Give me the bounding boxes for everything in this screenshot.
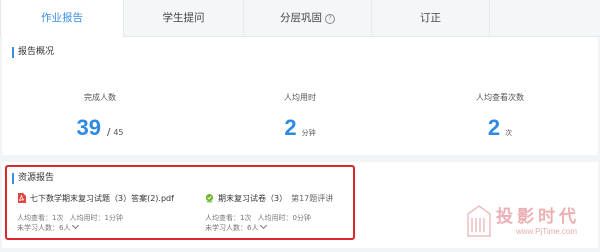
stat-value: 2次 (402, 114, 598, 142)
unit: 分钟 (301, 129, 316, 137)
stat-label: 人均用时 (284, 93, 316, 102)
separator: / (106, 127, 111, 138)
tab-label: 作业报告 (41, 12, 83, 24)
highlight-annotation-box (5, 165, 355, 240)
tab-corrections[interactable]: 订正 (372, 0, 490, 36)
avg-views-value: 2 (487, 115, 501, 140)
tab-label: 订正 (420, 12, 441, 24)
unit: 次 (505, 129, 513, 137)
tab-student-questions[interactable]: 学生提问 (124, 0, 244, 36)
stat-label: 完成人数 (84, 93, 116, 102)
tab-homework-report[interactable]: 作业报告 (0, 0, 124, 37)
watermark-url: www.PjTime.com (516, 227, 578, 236)
total-count: 45 (113, 128, 124, 137)
stat-completed: 完成人数 39 /45 (2, 92, 198, 142)
avg-time-value: 2 (284, 115, 297, 140)
stat-value: 2 分钟 (202, 114, 398, 142)
overview-title: 报告概况 (12, 47, 54, 58)
tab-label: 学生提问 (162, 12, 205, 24)
stat-label: 人均查看次数 (476, 93, 524, 102)
tab-label: 分层巩固 (280, 12, 322, 24)
question-circle-icon[interactable]: ? (325, 14, 335, 24)
stat-value: 39 /45 (2, 114, 198, 142)
watermark-logo-icon (467, 205, 491, 237)
watermark: 投影时代 www.PjTime.com (466, 200, 596, 246)
stat-avg-views: 人均查看次数 2次 (402, 92, 598, 142)
stat-avg-time: 人均用时 2 分钟 (202, 92, 398, 142)
completed-count: 39 (76, 115, 101, 140)
tab-bar: 作业报告 学生提问 分层巩固? 订正 (0, 0, 600, 37)
watermark-text: 投影时代 (496, 207, 580, 227)
report-overview-card: 报告概况 完成人数 39/45 人均用时 2 分钟 人均查看次数 2次 (2, 37, 598, 155)
tab-layered-consolidation[interactable]: 分层巩固? (244, 0, 372, 36)
